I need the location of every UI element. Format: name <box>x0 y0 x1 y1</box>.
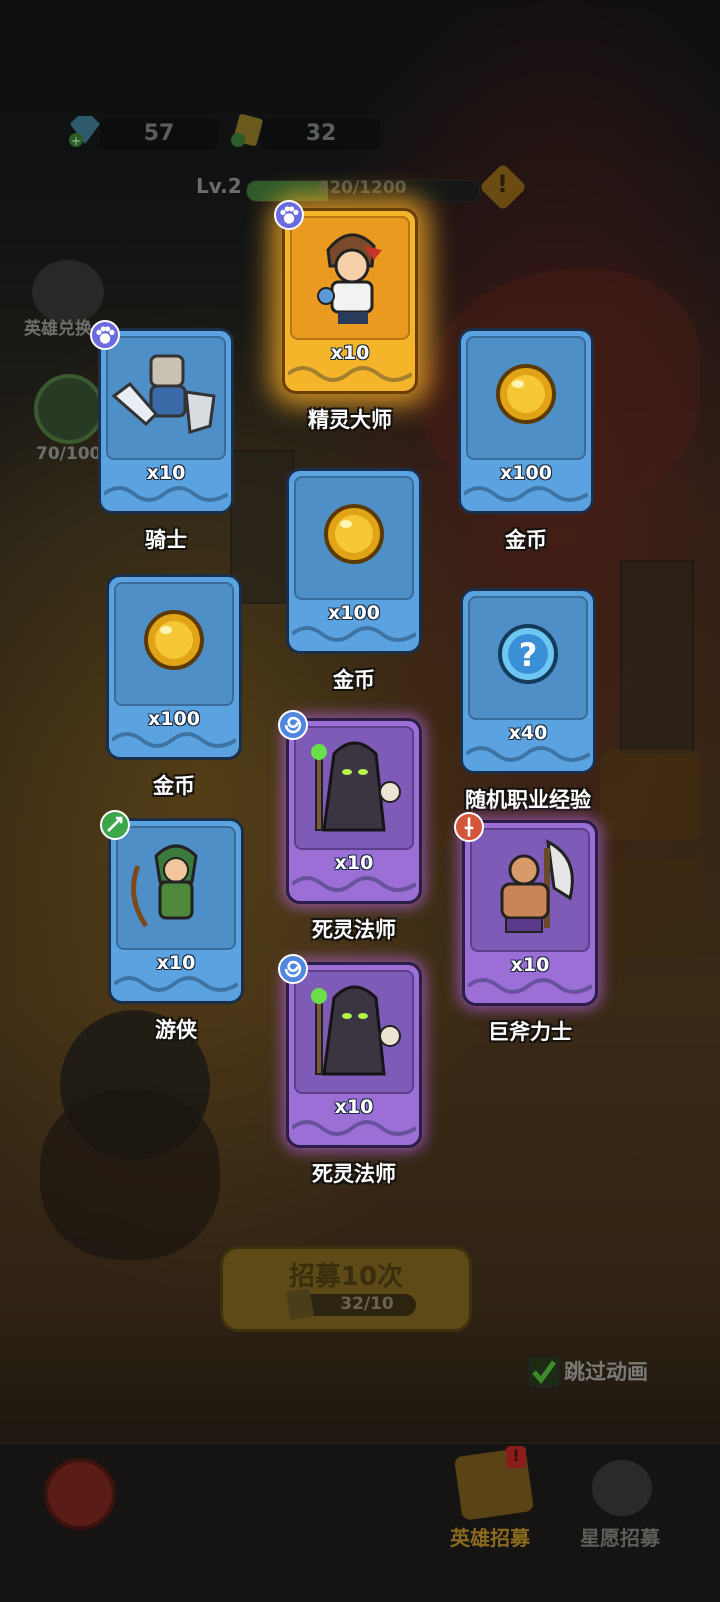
card-wave-decoration <box>464 742 592 766</box>
ranger-icon <box>116 826 236 950</box>
paw-icon <box>90 320 120 350</box>
card-wave-decoration <box>102 482 230 506</box>
gem-counter[interactable]: 57 <box>100 119 218 149</box>
knight-icon <box>106 336 226 460</box>
star-rewards-icon[interactable] <box>34 374 104 444</box>
recruit-count: 32/10 <box>340 1294 394 1314</box>
card-name: 金币 <box>505 528 547 552</box>
card-wave-decoration <box>112 972 240 996</box>
card-quantity: x10 <box>146 462 186 484</box>
skip-animation-checkbox[interactable] <box>528 1356 560 1388</box>
paw-icon <box>274 200 304 230</box>
reward-card[interactable]: x10 死灵法师 <box>278 954 422 1186</box>
card-name: 金币 <box>153 774 195 798</box>
checkmark-icon <box>532 1360 557 1385</box>
ticket-icon <box>228 114 266 148</box>
card-name: 随机职业经验 <box>465 788 591 812</box>
reward-card[interactable]: x10 游侠 <box>100 810 244 1042</box>
card-name: 死灵法师 <box>312 1162 396 1186</box>
svg-text:?: ? <box>519 636 538 674</box>
card-quantity: x10 <box>156 952 196 974</box>
card-quantity: x100 <box>148 708 200 730</box>
gold-coin-icon <box>114 582 234 706</box>
hero-exchange-label: 英雄兑换 <box>24 319 92 339</box>
card-name: 巨斧力士 <box>488 1020 572 1044</box>
card-quantity: x10 <box>334 1096 374 1118</box>
card-name: 金币 <box>333 668 375 692</box>
gold-coin-icon <box>294 476 414 600</box>
gold-coin-icon <box>466 336 586 460</box>
card-name: 游侠 <box>155 1018 197 1042</box>
skip-animation-label: 跳过动画 <box>564 1360 648 1384</box>
card-wave-decoration <box>290 872 418 896</box>
question-orb-icon: ? <box>468 596 588 720</box>
card-wave-decoration <box>290 622 418 646</box>
reward-card[interactable]: x100 金币 <box>458 328 594 552</box>
card-wave-decoration <box>110 728 238 752</box>
reward-card[interactable]: x10 巨斧力士 <box>454 812 598 1044</box>
warning-mark: ! <box>497 170 508 198</box>
ticket-counter[interactable]: 32 <box>262 119 380 149</box>
star-progress-label: 70/100 <box>36 444 102 464</box>
card-quantity: x40 <box>508 722 548 744</box>
card-wave-decoration <box>462 482 590 506</box>
card-name: 死灵法师 <box>312 918 396 942</box>
card-quantity: x100 <box>500 462 552 484</box>
card-quantity: x100 <box>328 602 380 624</box>
swirl-icon <box>278 954 308 984</box>
reward-card[interactable]: x10 骑士 <box>90 320 234 552</box>
reward-card[interactable]: x100 金币 <box>286 468 422 692</box>
wish-recruit-tab-icon[interactable] <box>592 1460 652 1516</box>
level-label: Lv.2 <box>196 174 242 198</box>
hero-trainer-icon <box>290 216 410 340</box>
swirl-icon <box>278 710 308 740</box>
card-quantity: x10 <box>510 954 550 976</box>
card-wave-decoration <box>290 1116 418 1140</box>
reward-card[interactable]: ? x40 随机职业经验 <box>460 588 596 812</box>
xp-text: 420/1200 <box>317 178 407 198</box>
tab-hero-recruit[interactable]: 英雄招募 <box>450 1522 530 1551</box>
gem-icon: + <box>66 114 104 148</box>
axe-warrior-icon <box>470 828 590 952</box>
ticket-small-icon <box>285 1288 315 1320</box>
card-name: 精灵大师 <box>308 408 392 432</box>
card-quantity: x10 <box>334 852 374 874</box>
necromancer-icon <box>294 970 414 1094</box>
reward-card[interactable]: x10 精灵大师 <box>274 200 418 432</box>
reward-card[interactable]: x100 金币 <box>106 574 242 798</box>
bow-icon <box>100 810 130 840</box>
tab-wish-recruit[interactable]: 星愿招募 <box>580 1522 660 1551</box>
card-wave-decoration <box>286 362 414 386</box>
recruit-10-label: 招募10次 <box>288 1262 404 1292</box>
svg-text:+: + <box>71 134 81 148</box>
reward-card[interactable]: x10 死灵法师 <box>278 710 422 942</box>
necromancer-icon <box>294 726 414 850</box>
card-name: 骑士 <box>145 528 187 552</box>
notification-badge: ! <box>506 1446 526 1468</box>
battle-swords-icon[interactable] <box>44 1458 116 1530</box>
card-quantity: x10 <box>330 342 370 364</box>
sword-icon <box>454 812 484 842</box>
card-wave-decoration <box>466 974 594 998</box>
